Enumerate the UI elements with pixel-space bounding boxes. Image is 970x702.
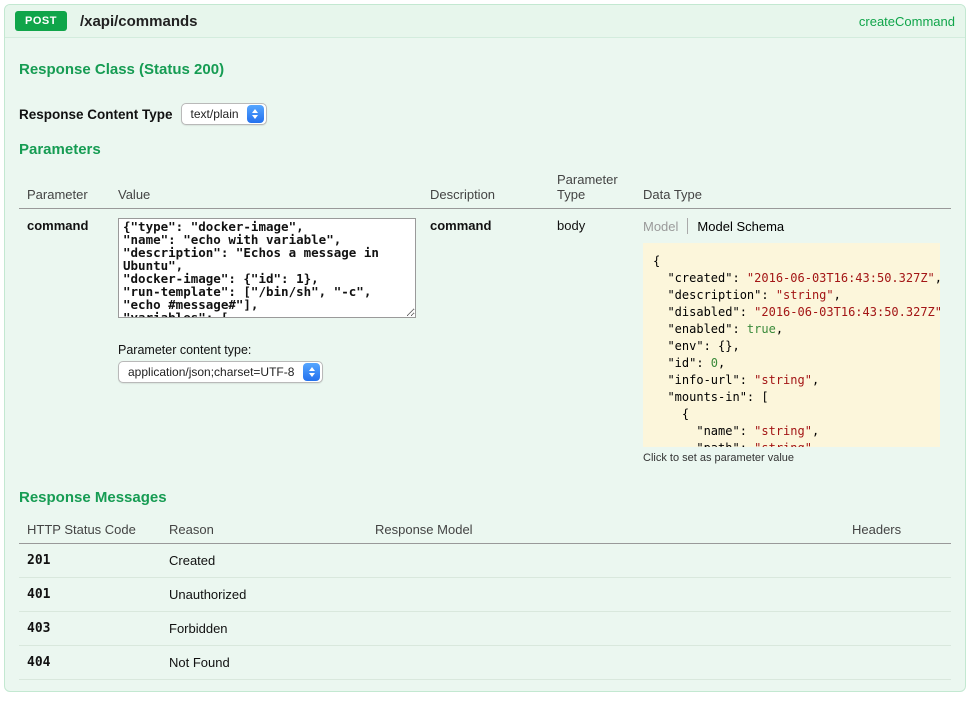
tab-model-schema[interactable]: Model Schema bbox=[688, 219, 784, 234]
model-tabs: Model Model Schema bbox=[643, 218, 943, 234]
col-header-http-status-code: HTTP Status Code bbox=[19, 514, 161, 544]
response-reason-cell: Created bbox=[161, 544, 367, 578]
parameter-description: command bbox=[422, 209, 549, 474]
col-header-headers: Headers bbox=[844, 514, 951, 544]
parameter-name: command bbox=[19, 209, 110, 474]
response-content-type-label: Response Content Type bbox=[19, 107, 173, 122]
response-code-cell: 201 bbox=[19, 544, 161, 578]
col-header-response-model: Response Model bbox=[367, 514, 844, 544]
response-reason-cell: Forbidden bbox=[161, 612, 367, 646]
endpoint-path-link[interactable]: /xapi/commands bbox=[80, 13, 198, 30]
response-messages-table: HTTP Status Code Reason Response Model H… bbox=[19, 514, 951, 680]
operation-id-link[interactable]: createCommand bbox=[859, 14, 955, 29]
col-header-reason: Reason bbox=[161, 514, 367, 544]
response-model-cell bbox=[367, 544, 844, 578]
response-headers-cell bbox=[844, 578, 951, 612]
parameters-table: Parameter Value Description Parameter Ty… bbox=[19, 164, 951, 473]
http-method-badge: POST bbox=[15, 11, 67, 31]
try-it-out-button[interactable]: Try it out! bbox=[19, 691, 99, 692]
response-message-row: 201Created bbox=[19, 544, 951, 578]
api-operation-panel: POST /xapi/commands createCommand Respon… bbox=[4, 4, 966, 692]
col-header-description: Description bbox=[422, 164, 549, 209]
response-reason-cell: Unauthorized bbox=[161, 578, 367, 612]
response-model-cell bbox=[367, 646, 844, 680]
operation-content: Response Class (Status 200) Response Con… bbox=[5, 38, 965, 692]
response-headers-cell bbox=[844, 646, 951, 680]
response-model-cell bbox=[367, 612, 844, 646]
select-stepper-icon bbox=[303, 363, 320, 381]
select-stepper-icon bbox=[247, 105, 264, 123]
col-header-value: Value bbox=[110, 164, 422, 209]
col-header-data-type: Data Type bbox=[635, 164, 951, 209]
col-header-parameter: Parameter bbox=[19, 164, 110, 209]
response-message-row: 401Unauthorized bbox=[19, 578, 951, 612]
response-reason-cell: Not Found bbox=[161, 646, 367, 680]
response-content-type-row: Response Content Type text/plain bbox=[19, 103, 951, 125]
response-headers-cell bbox=[844, 544, 951, 578]
response-content-type-value: text/plain bbox=[191, 107, 239, 121]
parameter-value-textarea[interactable]: {"type": "docker-image", "name": "echo w… bbox=[118, 218, 416, 318]
parameter-row: command {"type": "docker-image", "name":… bbox=[19, 209, 951, 474]
parameter-content-type-label: Parameter content type: bbox=[118, 343, 414, 357]
response-messages-heading: Response Messages bbox=[19, 489, 951, 506]
response-rows: 201Created401Unauthorized403Forbidden404… bbox=[19, 544, 951, 680]
response-code-cell: 404 bbox=[19, 646, 161, 680]
response-model-cell bbox=[367, 578, 844, 612]
parameters-heading: Parameters bbox=[19, 141, 951, 158]
response-content-type-select[interactable]: text/plain bbox=[181, 103, 267, 125]
col-header-parameter-type: Parameter Type bbox=[549, 164, 635, 209]
response-code-cell: 401 bbox=[19, 578, 161, 612]
response-class-heading: Response Class (Status 200) bbox=[19, 61, 951, 78]
response-message-row: 404Not Found bbox=[19, 646, 951, 680]
response-code-cell: 403 bbox=[19, 612, 161, 646]
response-message-row: 403Forbidden bbox=[19, 612, 951, 646]
parameter-content-type-select[interactable]: application/json;charset=UTF-8 bbox=[118, 361, 323, 383]
tab-model[interactable]: Model bbox=[643, 219, 687, 234]
parameter-content-type-value: application/json;charset=UTF-8 bbox=[128, 365, 294, 379]
response-headers-cell bbox=[844, 612, 951, 646]
model-schema-snippet[interactable]: { "created": "2016-06-03T16:43:50.327Z",… bbox=[643, 243, 940, 447]
operation-header[interactable]: POST /xapi/commands createCommand bbox=[5, 5, 965, 38]
parameter-type: body bbox=[549, 209, 635, 474]
schema-click-hint: Click to set as parameter value bbox=[643, 452, 943, 464]
